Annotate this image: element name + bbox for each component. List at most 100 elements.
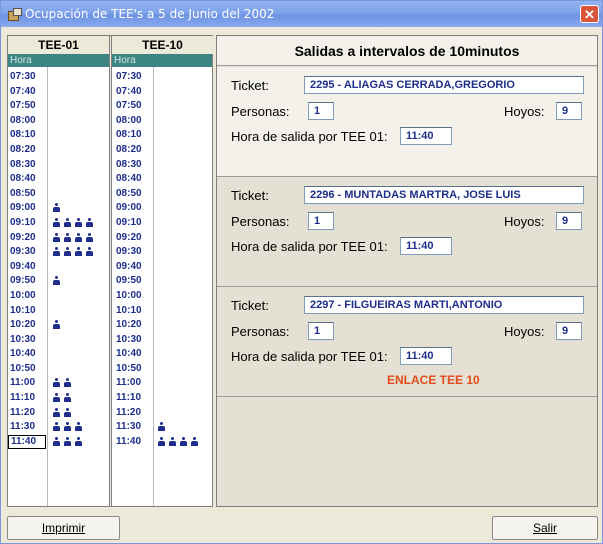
schedule-row[interactable]: 11:40 11:40 (8, 434, 212, 450)
time-slot-tee10[interactable]: 09:10 (114, 216, 152, 230)
personas-field[interactable]: 1 (308, 322, 334, 340)
schedule-row[interactable]: 08:10 08:10 (8, 128, 212, 143)
time-slot-tee10[interactable]: 07:30 (114, 70, 152, 84)
time-slot-tee01[interactable]: 10:20 (8, 318, 46, 332)
time-slot-tee01[interactable]: 11:10 (8, 391, 46, 405)
schedule-row[interactable]: 09:10 09:10 (8, 216, 212, 231)
time-slot-tee10[interactable]: 07:40 (114, 85, 152, 99)
schedule-row[interactable]: 10:30 10:30 (8, 333, 212, 348)
ticket-field[interactable]: 2295 - ALIAGAS CERRADA,GREGORIO (304, 76, 584, 94)
schedule-row[interactable]: 11:10 11:10 (8, 391, 212, 406)
print-button[interactable]: Imprimir (7, 516, 120, 540)
schedule-row[interactable]: 09:30 09:30 (8, 245, 212, 260)
time-slot-tee10[interactable]: 11:00 (114, 376, 152, 390)
time-slot-tee10[interactable]: 11:40 (114, 435, 152, 449)
time-slot-tee01[interactable]: 09:10 (8, 216, 46, 230)
time-slot-tee10[interactable]: 08:50 (114, 187, 152, 201)
schedule-row[interactable]: 11:00 11:00 (8, 376, 212, 391)
time-slot-tee10[interactable]: 11:20 (114, 406, 152, 420)
time-slot-tee01[interactable]: 08:00 (8, 114, 46, 128)
personas-field[interactable]: 1 (308, 212, 334, 230)
time-slot-tee01[interactable]: 10:00 (8, 289, 46, 303)
time-slot-tee01[interactable]: 08:10 (8, 128, 46, 142)
time-slot-tee10[interactable]: 10:30 (114, 333, 152, 347)
schedule-row[interactable]: 08:50 08:50 (8, 187, 212, 202)
schedule-row[interactable]: 09:20 09:20 (8, 231, 212, 246)
hoyos-field[interactable]: 9 (556, 322, 582, 340)
schedule-row[interactable]: 09:40 09:40 (8, 260, 212, 275)
time-slot-tee01[interactable]: 07:30 (8, 70, 46, 84)
schedule-row[interactable]: 08:00 08:00 (8, 114, 212, 129)
time-slot-tee10[interactable]: 10:00 (114, 289, 152, 303)
ticket-field[interactable]: 2296 - MUNTADAS MARTRA, JOSE LUIS (304, 186, 584, 204)
time-slot-tee10[interactable]: 07:50 (114, 99, 152, 113)
time-slot-tee10[interactable]: 10:50 (114, 362, 152, 376)
person-icon (53, 378, 60, 388)
salida-time-field[interactable]: 11:40 (400, 237, 452, 255)
ticket-field[interactable]: 2297 - FILGUEIRAS MARTI,ANTONIO (304, 296, 584, 314)
time-slot-tee10[interactable]: 09:50 (114, 274, 152, 288)
schedule-row[interactable]: 07:30 07:30 (8, 70, 212, 85)
occupancy-tee01 (53, 247, 93, 257)
time-slot-tee01[interactable]: 09:40 (8, 260, 46, 274)
time-slot-tee10[interactable]: 10:10 (114, 304, 152, 318)
time-slot-tee10[interactable]: 10:20 (114, 318, 152, 332)
time-slot-tee01[interactable]: 09:30 (8, 245, 46, 259)
time-slot-tee10[interactable]: 09:20 (114, 231, 152, 245)
salida-time-field[interactable]: 11:40 (400, 347, 452, 365)
time-slot-tee10[interactable]: 09:30 (114, 245, 152, 259)
schedule-row[interactable]: 10:10 10:10 (8, 304, 212, 319)
time-slot-tee10[interactable]: 11:10 (114, 391, 152, 405)
time-slot-tee10[interactable]: 10:40 (114, 347, 152, 361)
time-slot-tee01[interactable]: 08:40 (8, 172, 46, 186)
hoyos-field[interactable]: 9 (556, 102, 582, 120)
schedule-row[interactable]: 08:40 08:40 (8, 172, 212, 187)
close-button[interactable]: ✕ (580, 5, 599, 23)
time-slot-tee01[interactable]: 10:40 (8, 347, 46, 361)
time-slot-tee01[interactable]: 08:30 (8, 158, 46, 172)
time-slot-tee01[interactable]: 08:50 (8, 187, 46, 201)
person-icon (64, 436, 71, 446)
schedule-row[interactable]: 09:00 09:00 (8, 201, 212, 216)
schedule-row[interactable]: 10:00 10:00 (8, 289, 212, 304)
occupancy-tee10 (158, 422, 165, 432)
schedule-row[interactable]: 07:50 07:50 (8, 99, 212, 114)
time-slot-tee10[interactable]: 08:30 (114, 158, 152, 172)
time-slot-tee01[interactable]: 11:20 (8, 406, 46, 420)
time-slot-tee10[interactable]: 09:00 (114, 201, 152, 215)
time-slot-tee10[interactable]: 09:40 (114, 260, 152, 274)
schedule-row[interactable]: 09:50 09:50 (8, 274, 212, 289)
hoyos-field[interactable]: 9 (556, 212, 582, 230)
exit-button[interactable]: Salir (492, 516, 598, 540)
salida-time-field[interactable]: 11:40 (400, 127, 452, 145)
schedule-row[interactable]: 08:30 08:30 (8, 158, 212, 173)
time-slot-tee01[interactable]: 10:30 (8, 333, 46, 347)
schedule-row[interactable]: 10:50 10:50 (8, 362, 212, 377)
time-slot-tee01[interactable]: 09:00 (8, 201, 46, 215)
time-slot-tee10[interactable]: 08:00 (114, 114, 152, 128)
schedule-row[interactable]: 08:20 08:20 (8, 143, 212, 158)
time-slot-tee01[interactable]: 10:10 (8, 304, 46, 318)
time-slot-tee01[interactable]: 11:30 (8, 420, 46, 434)
time-slot-tee10[interactable]: 08:10 (114, 128, 152, 142)
personas-field[interactable]: 1 (308, 102, 334, 120)
time-slot-tee01[interactable]: 10:50 (8, 362, 46, 376)
time-slot-tee10[interactable]: 11:30 (114, 420, 152, 434)
time-slot-tee01[interactable]: 11:00 (8, 376, 46, 390)
time-slot-tee01[interactable]: 11:40 (8, 434, 46, 449)
schedule-row[interactable]: 07:40 07:40 (8, 85, 212, 100)
time-slot-tee01[interactable]: 07:50 (8, 99, 46, 113)
schedule-row[interactable]: 10:40 10:40 (8, 347, 212, 362)
person-icon (53, 320, 60, 330)
schedule-row[interactable]: 11:20 11:20 (8, 406, 212, 421)
schedule-row[interactable]: 10:20 10:20 (8, 318, 212, 333)
time-slot-tee01[interactable]: 09:20 (8, 231, 46, 245)
schedule-row[interactable]: 11:30 11:30 (8, 420, 212, 435)
hora-label-tee01: Hora (10, 55, 32, 66)
person-icon (53, 203, 60, 213)
time-slot-tee10[interactable]: 08:20 (114, 143, 152, 157)
time-slot-tee01[interactable]: 07:40 (8, 85, 46, 99)
time-slot-tee01[interactable]: 08:20 (8, 143, 46, 157)
time-slot-tee10[interactable]: 08:40 (114, 172, 152, 186)
time-slot-tee01[interactable]: 09:50 (8, 274, 46, 288)
